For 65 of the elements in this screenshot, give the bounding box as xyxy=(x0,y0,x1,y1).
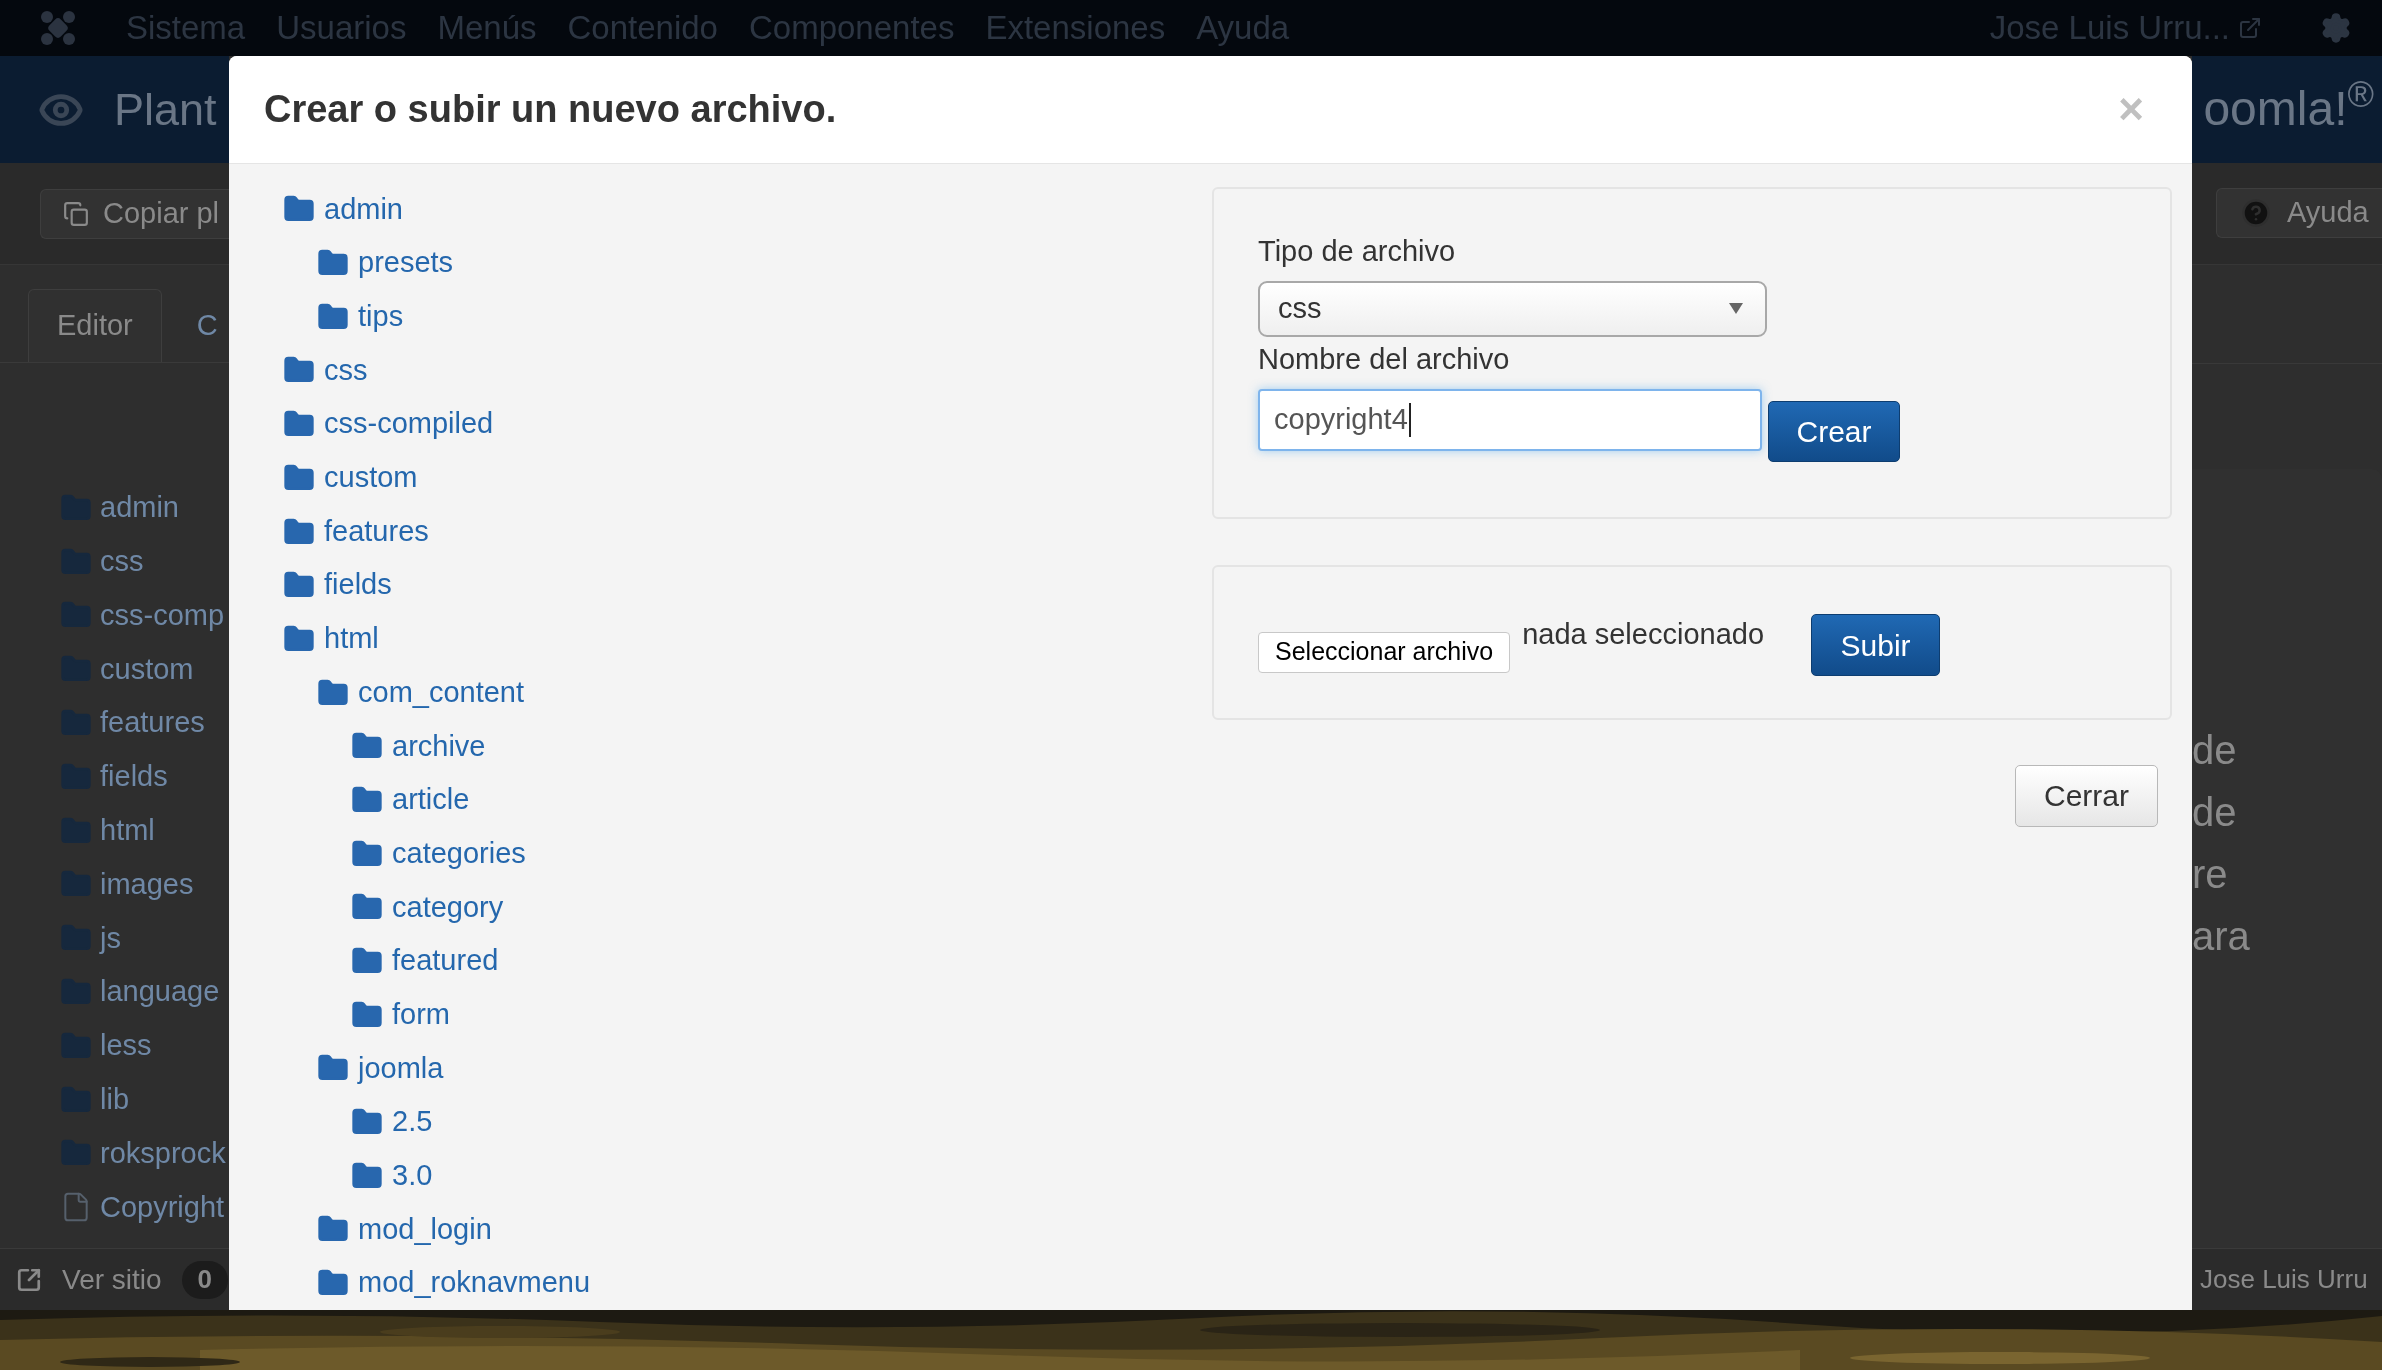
file-tree-item[interactable]: custom xyxy=(100,647,194,692)
logo-text: oomla!$^{®}$ xyxy=(2203,73,2374,138)
file-tree-item[interactable]: lib xyxy=(100,1077,129,1122)
folder-link[interactable]: mod_login xyxy=(358,1207,492,1252)
dialog-title: Crear o subir un nuevo archivo. xyxy=(264,86,837,132)
tab[interactable]: C xyxy=(196,289,218,362)
file-tree-item[interactable]: css xyxy=(100,539,144,584)
copy-icon xyxy=(63,200,89,227)
file-name-input[interactable]: copyright4 xyxy=(1258,388,1762,451)
folder-link[interactable]: 2.5 xyxy=(392,1100,433,1144)
file-tree-item[interactable]: images xyxy=(100,862,194,907)
file-tree-item[interactable]: roksprock xyxy=(100,1131,226,1176)
help-button[interactable]: Ayuda xyxy=(2216,188,2382,239)
file-tree-item[interactable]: css-comp xyxy=(100,593,225,638)
close-dialog-button[interactable]: Cerrar xyxy=(2015,764,2158,827)
count-badge: 0 xyxy=(181,1260,229,1299)
folder-link[interactable]: tips xyxy=(358,295,404,339)
choose-file-button[interactable]: Seleccionar archivo xyxy=(1258,631,1511,673)
folder-link[interactable]: 3.0 xyxy=(392,1154,433,1198)
file-tree-item[interactable]: admin xyxy=(100,486,179,530)
tab[interactable]: Editor xyxy=(28,289,162,362)
file-tree-item[interactable]: html xyxy=(100,808,155,853)
paragraph-text: de xyxy=(2192,727,2238,775)
paragraph-text: ara xyxy=(2192,913,2251,961)
page-title: Plant xyxy=(114,82,217,137)
folder-link[interactable]: custom xyxy=(324,456,418,500)
file-tree-item[interactable]: Copyright xyxy=(100,1185,225,1229)
folder-link[interactable]: archive xyxy=(392,724,486,769)
folder-link[interactable]: com_content xyxy=(358,670,525,715)
file-tree-item[interactable]: language xyxy=(100,970,220,1014)
field-label: Nombre del archivo xyxy=(1258,341,1511,377)
folder-link[interactable]: presets xyxy=(358,241,454,285)
folder-link[interactable]: mod_roknavmenu xyxy=(358,1261,591,1305)
paragraph-text: re xyxy=(2192,851,2229,899)
paragraph-text: de xyxy=(2192,789,2238,837)
dropdown-arrow-icon xyxy=(1729,303,1743,315)
create-button[interactable]: Crear xyxy=(1768,400,1900,462)
file-tree-item[interactable]: js xyxy=(100,916,121,960)
external-link-icon xyxy=(16,1266,42,1293)
file-tree-item[interactable]: features xyxy=(100,701,205,745)
file-tree-item[interactable]: fields xyxy=(100,755,168,799)
field-label: Tipo de archivo xyxy=(1258,233,1457,269)
folder-link[interactable]: css xyxy=(324,348,368,393)
file-tree-item[interactable]: less xyxy=(100,1024,152,1068)
footer-user: Jose Luis Urru xyxy=(2200,1263,2368,1297)
folder-link[interactable]: article xyxy=(392,778,470,822)
logo-icon[interactable] xyxy=(40,10,76,46)
folder-link[interactable]: features xyxy=(324,509,429,554)
file-type-select[interactable]: css xyxy=(1258,280,1767,337)
folder-link[interactable]: html xyxy=(324,617,379,661)
file-status: nada seleccionado xyxy=(1522,616,1765,652)
external-link-icon xyxy=(2238,16,2262,40)
folder-link[interactable]: fields xyxy=(324,563,392,607)
copy-button[interactable]: Copiar pl xyxy=(40,188,229,239)
upload-button[interactable]: Subir xyxy=(1811,614,1941,677)
folder-link[interactable]: categories xyxy=(392,831,526,876)
folder-link[interactable]: joomla xyxy=(358,1046,444,1091)
folder-link[interactable]: featured xyxy=(392,939,499,983)
settings-icon[interactable] xyxy=(2320,12,2352,44)
folder-link[interactable]: form xyxy=(392,992,450,1037)
text-cursor xyxy=(1408,402,1411,437)
view-site-link[interactable]: Ver sitio xyxy=(62,1258,162,1301)
folder-link[interactable]: css-compiled xyxy=(324,402,494,446)
folder-link[interactable]: category xyxy=(392,885,504,930)
folder-link[interactable]: admin xyxy=(324,187,403,232)
